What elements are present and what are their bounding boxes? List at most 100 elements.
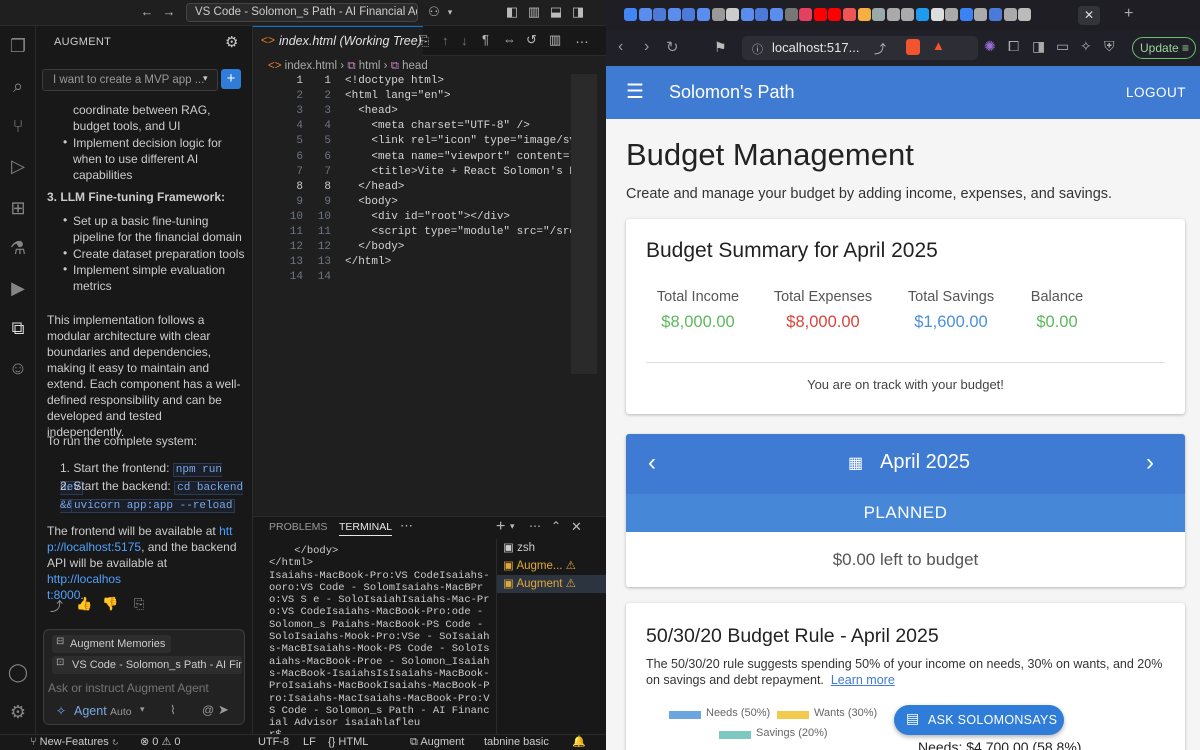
- chevron-down-icon[interactable]: ▾: [203, 73, 208, 84]
- pinned-tab-favicon[interactable]: [974, 8, 988, 21]
- minimap[interactable]: [571, 74, 597, 374]
- pinned-tab-favicon[interactable]: [945, 8, 959, 21]
- sidebar-icon[interactable]: ◨: [1032, 38, 1045, 55]
- pinned-tab-favicon[interactable]: [916, 8, 929, 21]
- new-terminal-icon[interactable]: +: [496, 518, 505, 536]
- chevron-down-icon[interactable]: ▾: [510, 521, 515, 532]
- more-icon[interactable]: …: [575, 30, 589, 46]
- arrow-down-icon[interactable]: ↓: [461, 33, 468, 48]
- pinned-tab-favicon[interactable]: [930, 8, 944, 21]
- pinned-tab-favicon[interactable]: [784, 8, 798, 21]
- pinned-tab-favicon[interactable]: [989, 8, 1002, 21]
- close-icon[interactable]: ✕: [571, 519, 582, 535]
- testing-icon[interactable]: ⚗: [6, 236, 30, 260]
- chevron-down-icon[interactable]: ▾: [442, 4, 458, 20]
- command-center[interactable]: VS Code - Solomon_s Path - AI Financial …: [186, 3, 418, 22]
- more-icon[interactable]: ⋯: [400, 518, 413, 534]
- pinned-tab-favicon[interactable]: [770, 8, 783, 21]
- code-line[interactable]: </head>: [345, 181, 404, 193]
- inline-diff-icon[interactable]: ⇔: [503, 32, 516, 47]
- brave-shield-icon[interactable]: [906, 39, 920, 55]
- pinned-tab-favicon[interactable]: [1018, 8, 1032, 21]
- code-line[interactable]: <div id="root"></div>: [345, 211, 510, 223]
- maximize-panel-icon[interactable]: ⌃: [551, 519, 561, 533]
- bell-icon[interactable]: 🔔: [572, 735, 586, 750]
- gear-icon[interactable]: ⚙: [225, 33, 238, 51]
- pinned-tab-favicon[interactable]: [959, 8, 973, 21]
- code-line[interactable]: <link rel="icon" type="image/svg+: [345, 135, 589, 147]
- tabnine-status[interactable]: tabnine basic: [484, 735, 549, 750]
- more-icon[interactable]: ⋯: [529, 519, 541, 533]
- run-debug-icon[interactable]: ▷: [6, 154, 30, 178]
- hamburger-menu-icon[interactable]: ☰: [626, 79, 644, 104]
- pinned-tab-favicon[interactable]: [1003, 8, 1017, 21]
- extensions-icon[interactable]: ⊞: [6, 196, 30, 220]
- share-icon[interactable]: ⤴: [874, 40, 886, 57]
- breadcrumb-item[interactable]: index.html: [285, 60, 337, 72]
- tab-problems[interactable]: PROBLEMS: [269, 521, 327, 533]
- chevron-right-icon[interactable]: ›: [1146, 449, 1154, 477]
- new-tab-icon[interactable]: +: [1124, 5, 1133, 23]
- thumbs-down-icon[interactable]: 👎: [102, 596, 118, 612]
- copy-icon[interactable]: ⎘: [134, 596, 144, 612]
- robot-icon[interactable]: ☺: [6, 356, 30, 380]
- code-line[interactable]: <meta charset="UTF-8" />: [345, 120, 529, 132]
- terminal-item[interactable]: ▣ Augment ⚠: [497, 575, 606, 593]
- bookmark-icon[interactable]: ⚑: [714, 39, 727, 56]
- site-info-icon[interactable]: ⓘ: [752, 41, 763, 57]
- puzzle-icon[interactable]: ⧠: [1008, 38, 1019, 55]
- update-button[interactable]: Update ≡: [1132, 37, 1196, 59]
- tab-terminal[interactable]: TERMINAL: [339, 521, 393, 536]
- pinned-tab-favicon[interactable]: [697, 8, 710, 21]
- code-line[interactable]: <title>Vite + React Solomon's Pat: [345, 166, 589, 178]
- agent-mode-label[interactable]: Agent: [74, 704, 107, 718]
- share-icon[interactable]: ⤴: [50, 596, 63, 615]
- learn-more-link[interactable]: Learn more: [831, 673, 895, 687]
- pinned-tab-favicon[interactable]: [813, 8, 827, 21]
- encoding-indicator[interactable]: UTF-8: [258, 735, 289, 750]
- pinned-tab-favicon[interactable]: [711, 8, 725, 21]
- branch-indicator[interactable]: ⑂ New-Features ↻: [30, 735, 118, 750]
- brave-rewards-icon[interactable]: ▲: [932, 38, 945, 53]
- search-icon[interactable]: ⌕: [6, 74, 30, 98]
- pinned-tab-favicon[interactable]: [624, 8, 637, 21]
- augment-icon[interactable]: ⧉: [6, 316, 30, 340]
- wallet-icon[interactable]: ▭: [1056, 38, 1069, 55]
- pinned-tab-favicon[interactable]: [828, 8, 842, 21]
- context-chip-file[interactable]: VS Code - Solomon_s Path - AI Finan: [52, 656, 242, 674]
- forward-arrow-icon[interactable]: ›: [644, 38, 649, 56]
- send-icon[interactable]: ➤: [218, 702, 229, 718]
- code-line[interactable]: <script type="module" src="/src/m: [345, 226, 589, 238]
- explorer-icon[interactable]: ❐: [6, 34, 30, 58]
- frontend-link[interactable]: htt: [219, 524, 232, 538]
- thumbs-up-icon[interactable]: 👍: [76, 596, 92, 612]
- layout-split-icon[interactable]: ▥: [526, 4, 542, 20]
- forward-arrow-icon[interactable]: →: [161, 4, 177, 20]
- language-indicator[interactable]: {} HTML: [328, 735, 368, 750]
- pinned-tab-favicon[interactable]: [755, 8, 769, 21]
- vpn-icon[interactable]: ⛨: [1104, 38, 1115, 55]
- extension-icon[interactable]: ✺: [984, 38, 996, 55]
- code-line[interactable]: <meta name="viewport" content="wi: [345, 151, 589, 163]
- source-control-icon[interactable]: ⑂: [6, 114, 30, 138]
- terminal-item[interactable]: ▣ Augme... ⚠: [497, 557, 606, 575]
- eol-indicator[interactable]: LF: [303, 735, 316, 750]
- problems-indicator[interactable]: ⊗ 0 ⚠ 0: [140, 735, 181, 750]
- context-chip-memories[interactable]: Augment Memories: [52, 635, 172, 653]
- breadcrumb-item[interactable]: head: [402, 60, 428, 72]
- pinned-tab-favicon[interactable]: [740, 8, 754, 21]
- editor-tab[interactable]: index.html (Working Tree): [253, 26, 423, 56]
- open-file-icon[interactable]: ⎘: [419, 33, 429, 49]
- copilot-icon[interactable]: ⚇: [426, 4, 442, 20]
- terminal-output[interactable]: </body> </html> Isaiahs-MacBook-Pro:VS C…: [269, 545, 491, 735]
- leo-icon[interactable]: ✧: [1080, 38, 1092, 55]
- back-arrow-icon[interactable]: ←: [139, 4, 155, 20]
- thread-selector[interactable]: I want to create a MVP app ...: [42, 69, 218, 91]
- back-arrow-icon[interactable]: ‹: [618, 38, 623, 56]
- pinned-tab-favicon[interactable]: [901, 8, 915, 21]
- new-thread-button[interactable]: +: [221, 69, 241, 89]
- agent-mode-value[interactable]: Auto: [110, 706, 132, 718]
- pinned-tab-favicon[interactable]: [682, 8, 696, 21]
- pinned-tab-favicon[interactable]: [872, 8, 886, 21]
- code-line[interactable]: <head>: [345, 105, 398, 117]
